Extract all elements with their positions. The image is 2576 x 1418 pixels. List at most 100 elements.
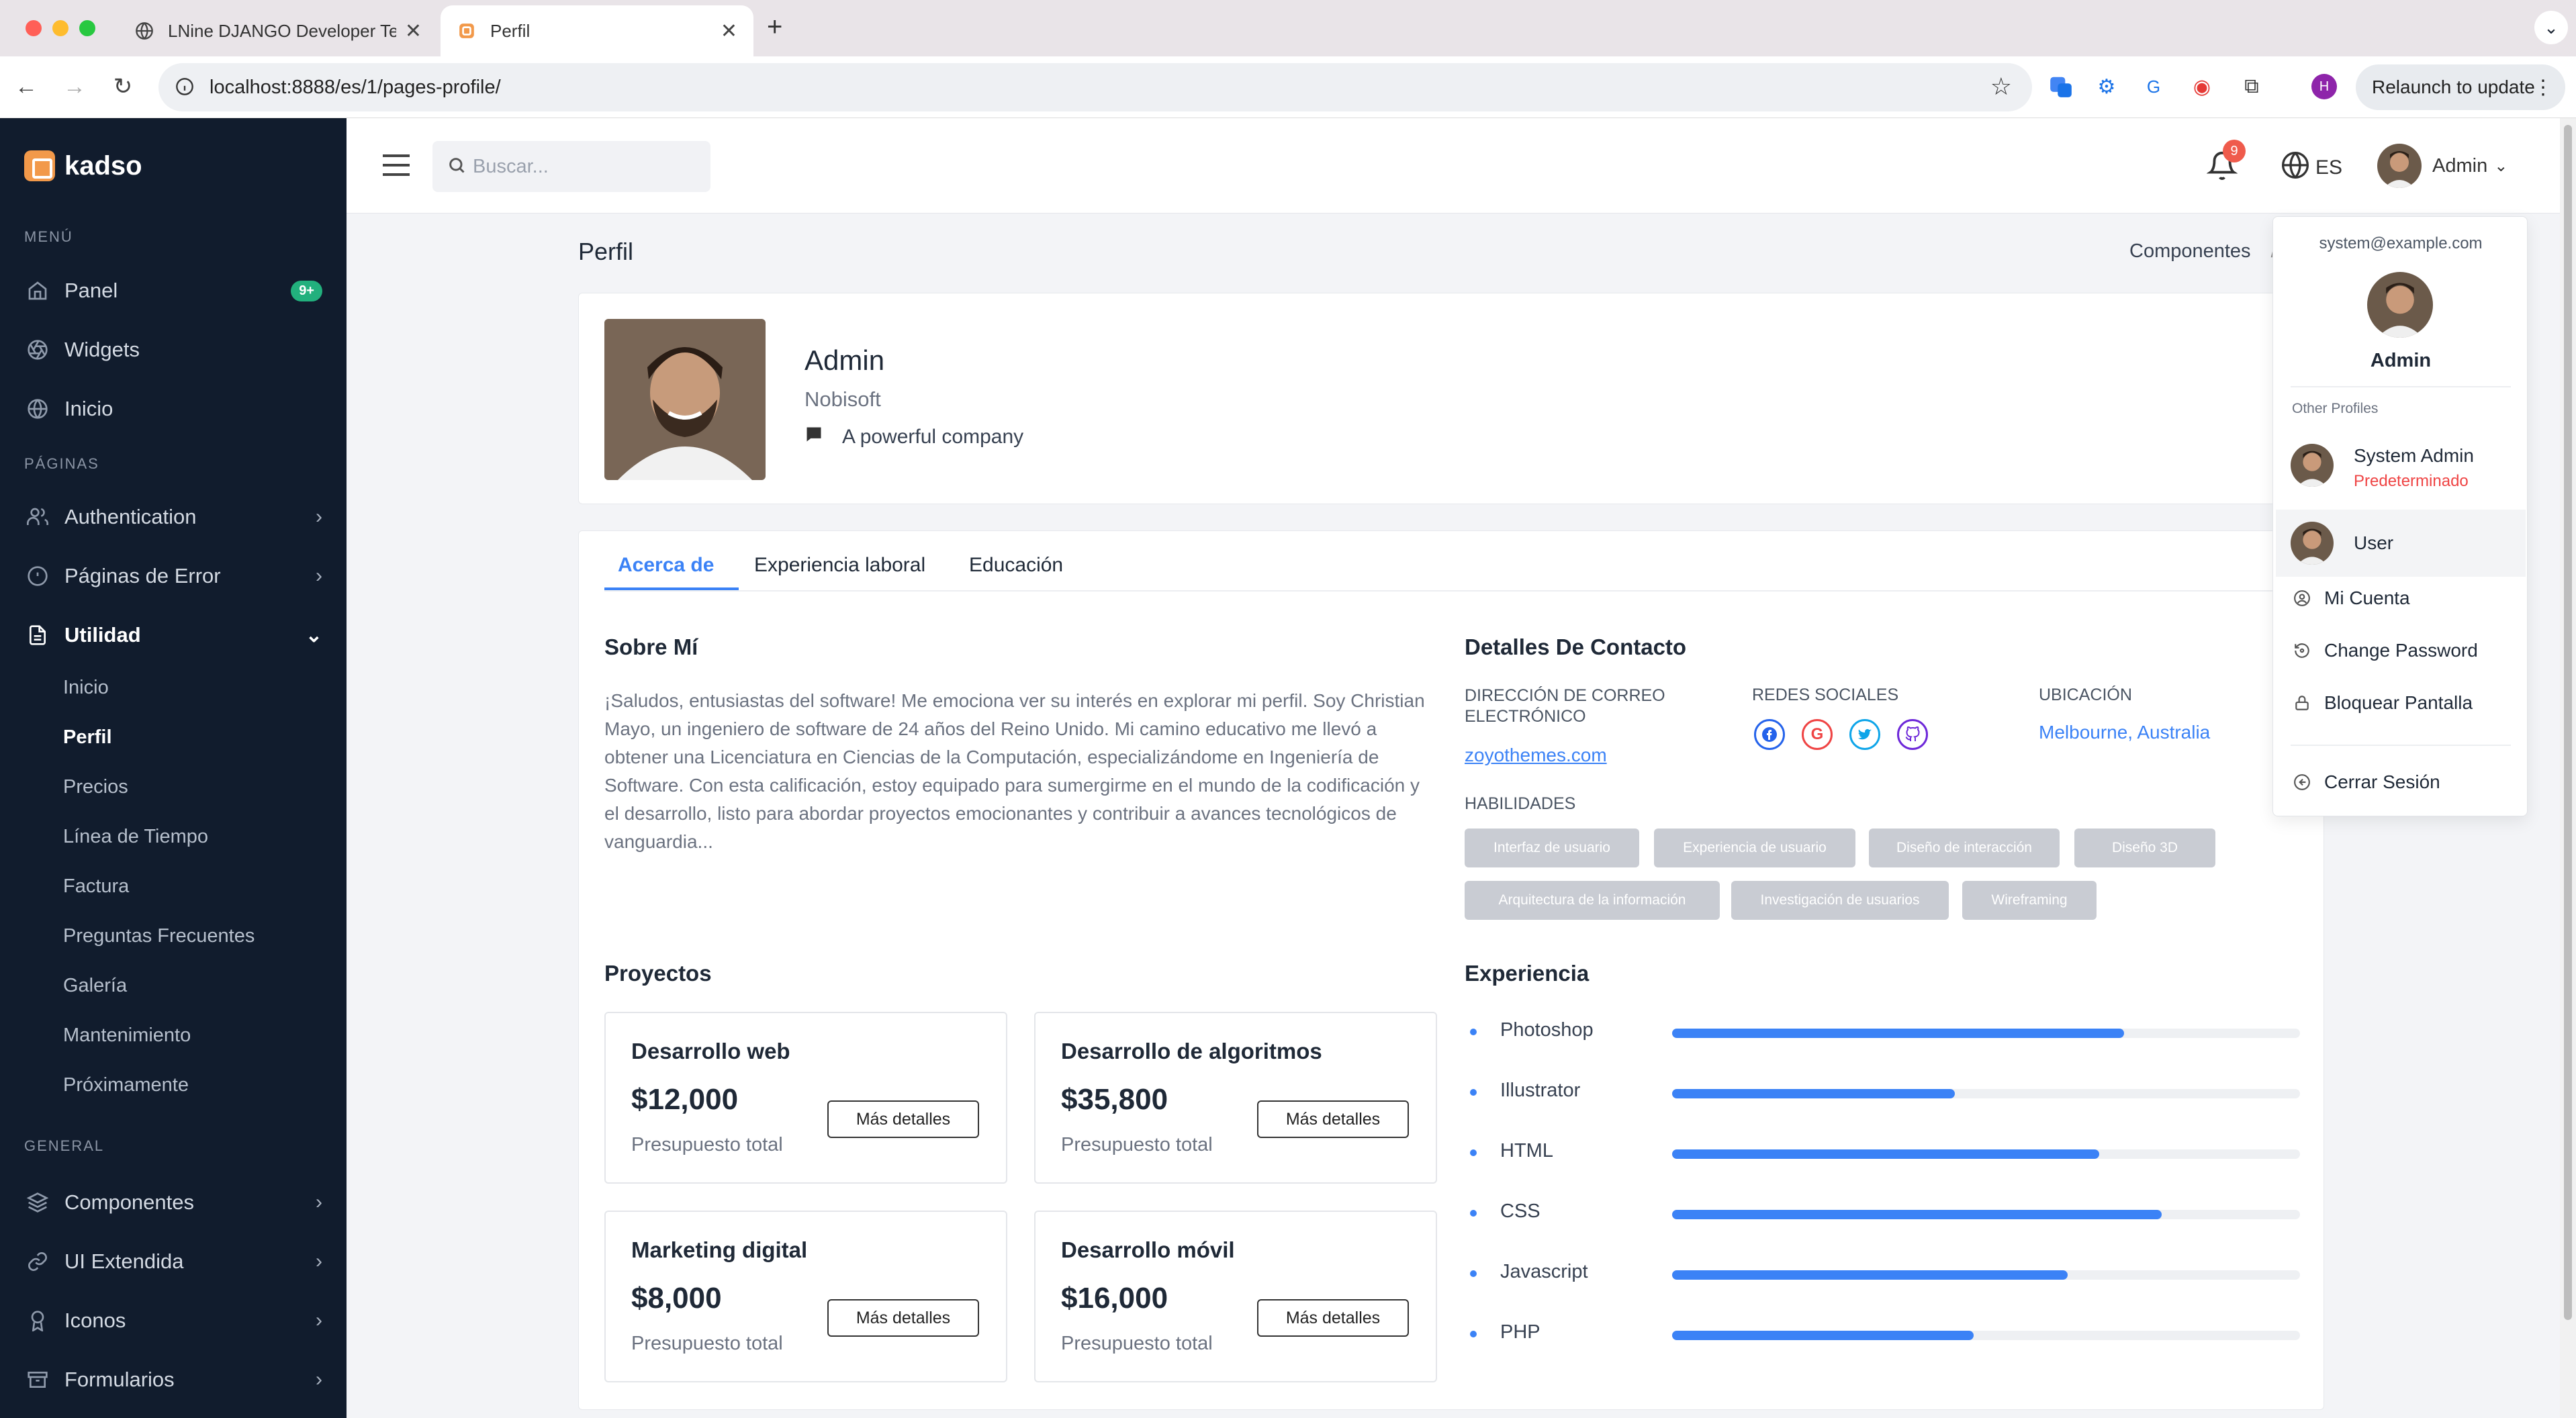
- language-selector[interactable]: ES: [2281, 150, 2342, 185]
- project-amount: $8,000: [631, 1282, 722, 1315]
- project-title: Desarrollo web: [631, 1039, 790, 1064]
- sidebar-sub-factura[interactable]: Factura: [63, 876, 129, 898]
- experience-row: Javascript: [1464, 1261, 2300, 1288]
- tab-list-chevron-icon[interactable]: ⌄: [2534, 11, 2568, 44]
- google-icon[interactable]: G: [1802, 719, 1833, 750]
- new-tab-button[interactable]: +: [767, 12, 782, 42]
- my-account-item[interactable]: Mi Cuenta: [2292, 587, 2410, 609]
- project-amount: $12,000: [631, 1083, 739, 1116]
- extension-translate-icon[interactable]: [2045, 71, 2076, 102]
- bookmark-star-icon[interactable]: ☆: [1990, 73, 2012, 101]
- relaunch-button[interactable]: Relaunch to update ⋮: [2356, 64, 2565, 110]
- email-link[interactable]: zoyothemes.com: [1465, 745, 1607, 766]
- sidebar-sub-perfil[interactable]: Perfil: [63, 726, 112, 749]
- logout-item[interactable]: Cerrar Sesión: [2292, 771, 2440, 793]
- message-square-icon: [804, 425, 823, 449]
- breadcrumb-link[interactable]: Componentes: [2129, 240, 2251, 262]
- search-placeholder: Buscar...: [473, 155, 549, 177]
- facebook-icon[interactable]: [1754, 719, 1785, 750]
- section-label-menu: MENÚ: [24, 228, 73, 245]
- sidebar-sub-timeline[interactable]: Línea de Tiempo: [63, 826, 208, 848]
- chevron-right-icon: ›: [316, 565, 322, 587]
- scrollbar-thumb[interactable]: [2564, 125, 2572, 1320]
- twitter-icon[interactable]: [1849, 719, 1880, 750]
- sidebar-sub-galeria[interactable]: Galería: [63, 975, 127, 997]
- more-details-button[interactable]: Más detalles: [827, 1299, 979, 1337]
- brand-logo[interactable]: kadso: [24, 150, 142, 181]
- close-window-button[interactable]: [26, 20, 42, 36]
- divider: [2291, 386, 2511, 387]
- sidebar-item-formularios[interactable]: Formularios ›: [24, 1356, 322, 1403]
- tab-acerca-de[interactable]: Acerca de: [618, 554, 714, 577]
- extension-dev-icon[interactable]: ⚙: [2091, 71, 2122, 102]
- github-icon[interactable]: [1897, 719, 1928, 750]
- chevron-right-icon: ›: [316, 1191, 322, 1213]
- close-tab-icon[interactable]: ✕: [405, 19, 422, 43]
- browser-tab-lnine[interactable]: LNine DJANGO Developer Te ✕: [118, 5, 438, 56]
- sidebar-item-error-pages[interactable]: Páginas de Error ›: [24, 553, 322, 600]
- sidebar-sub-inicio[interactable]: Inicio: [63, 677, 109, 699]
- back-arrow-icon[interactable]: ←: [9, 70, 43, 103]
- progress-fill: [1672, 1210, 2162, 1219]
- sidebar-item-authentication[interactable]: Authentication ›: [24, 493, 322, 540]
- minimize-window-button[interactable]: [52, 20, 68, 36]
- progress-track: [1672, 1089, 2300, 1098]
- sidebar-sub-proximamente[interactable]: Próximamente: [63, 1074, 189, 1096]
- sidebar-item-iconos[interactable]: Iconos ›: [24, 1297, 322, 1344]
- notifications-button[interactable]: 9: [2206, 140, 2246, 184]
- lock-screen-item[interactable]: Bloquear Pantalla: [2292, 692, 2473, 714]
- page-scrollbar[interactable]: [2560, 118, 2576, 1418]
- change-password-item[interactable]: Change Password: [2292, 640, 2478, 661]
- tab-title: LNine DJANGO Developer Te: [168, 20, 396, 41]
- bullet-icon: [1470, 1089, 1477, 1096]
- experience-row: Illustrator: [1464, 1080, 2300, 1106]
- skill-tag: Investigación de usuarios: [1731, 881, 1949, 920]
- avatar: [2377, 144, 2422, 188]
- search-input[interactable]: Buscar...: [432, 141, 710, 192]
- project-card-mobile: Desarrollo móvil $16,000 Presupuesto tot…: [1034, 1211, 1437, 1382]
- project-label: Presupuesto total: [1061, 1134, 1213, 1155]
- bullet-icon: [1470, 1210, 1477, 1217]
- divider: [2291, 745, 2511, 746]
- sidebar-item-ui-extendida[interactable]: UI Extendida ›: [24, 1238, 322, 1285]
- tab-experiencia-laboral[interactable]: Experiencia laboral: [754, 554, 925, 577]
- project-label: Presupuesto total: [1061, 1333, 1213, 1354]
- location-value[interactable]: Melbourne, Australia: [2039, 722, 2210, 743]
- experience-label: Javascript: [1500, 1261, 1588, 1282]
- more-details-button[interactable]: Más detalles: [1257, 1299, 1409, 1337]
- sidebar-sub-faq[interactable]: Preguntas Frecuentes: [63, 925, 255, 947]
- experience-label: Photoshop: [1500, 1019, 1594, 1041]
- other-profiles-label: Other Profiles: [2292, 401, 2379, 416]
- browser-tab-perfil[interactable]: Perfil ✕: [441, 5, 753, 56]
- reload-icon[interactable]: ↻: [106, 70, 140, 103]
- profile-option-system-admin[interactable]: System Admin Predeterminado: [2276, 432, 2526, 499]
- project-card-marketing: Marketing digital $8,000 Presupuesto tot…: [604, 1211, 1007, 1382]
- more-details-button[interactable]: Más detalles: [1257, 1100, 1409, 1138]
- site-info-icon[interactable]: [173, 75, 196, 98]
- extension-record-icon[interactable]: ◉: [2187, 71, 2217, 102]
- close-tab-icon[interactable]: ✕: [721, 19, 737, 43]
- sidebar-item-panel[interactable]: Panel 9+: [24, 267, 322, 314]
- extension-google-translate-icon[interactable]: G: [2138, 71, 2169, 102]
- sidebar-item-componentes[interactable]: Componentes ›: [24, 1179, 322, 1226]
- extensions-puzzle-icon[interactable]: ⧉: [2236, 71, 2267, 102]
- sidebar-item-inicio[interactable]: Inicio: [24, 385, 322, 432]
- more-details-button[interactable]: Más detalles: [827, 1100, 979, 1138]
- progress-fill: [1672, 1149, 2099, 1159]
- progress-fill: [1672, 1089, 1955, 1098]
- sidebar-sub-mantenimiento[interactable]: Mantenimiento: [63, 1025, 191, 1047]
- sidebar-item-widgets[interactable]: Widgets: [24, 326, 322, 373]
- menu-toggle-icon[interactable]: [381, 153, 411, 177]
- profile-avatar-icon[interactable]: H: [2309, 71, 2340, 102]
- forward-arrow-icon[interactable]: →: [58, 70, 91, 103]
- profile-photo: [604, 319, 766, 480]
- sidebar-sub-precios[interactable]: Precios: [63, 776, 128, 798]
- progress-fill: [1672, 1029, 2125, 1038]
- tab-educacion[interactable]: Educación: [969, 554, 1063, 577]
- maximize-window-button[interactable]: [79, 20, 95, 36]
- more-vert-icon[interactable]: ⋮: [2533, 76, 2553, 99]
- sidebar-item-utilidad[interactable]: Utilidad ⌄: [24, 612, 322, 659]
- address-bar[interactable]: localhost:8888/es/1/pages-profile/ ☆: [158, 63, 2032, 111]
- user-menu-button[interactable]: Admin ⌄: [2377, 144, 2508, 188]
- profile-option-user[interactable]: User: [2276, 510, 2526, 577]
